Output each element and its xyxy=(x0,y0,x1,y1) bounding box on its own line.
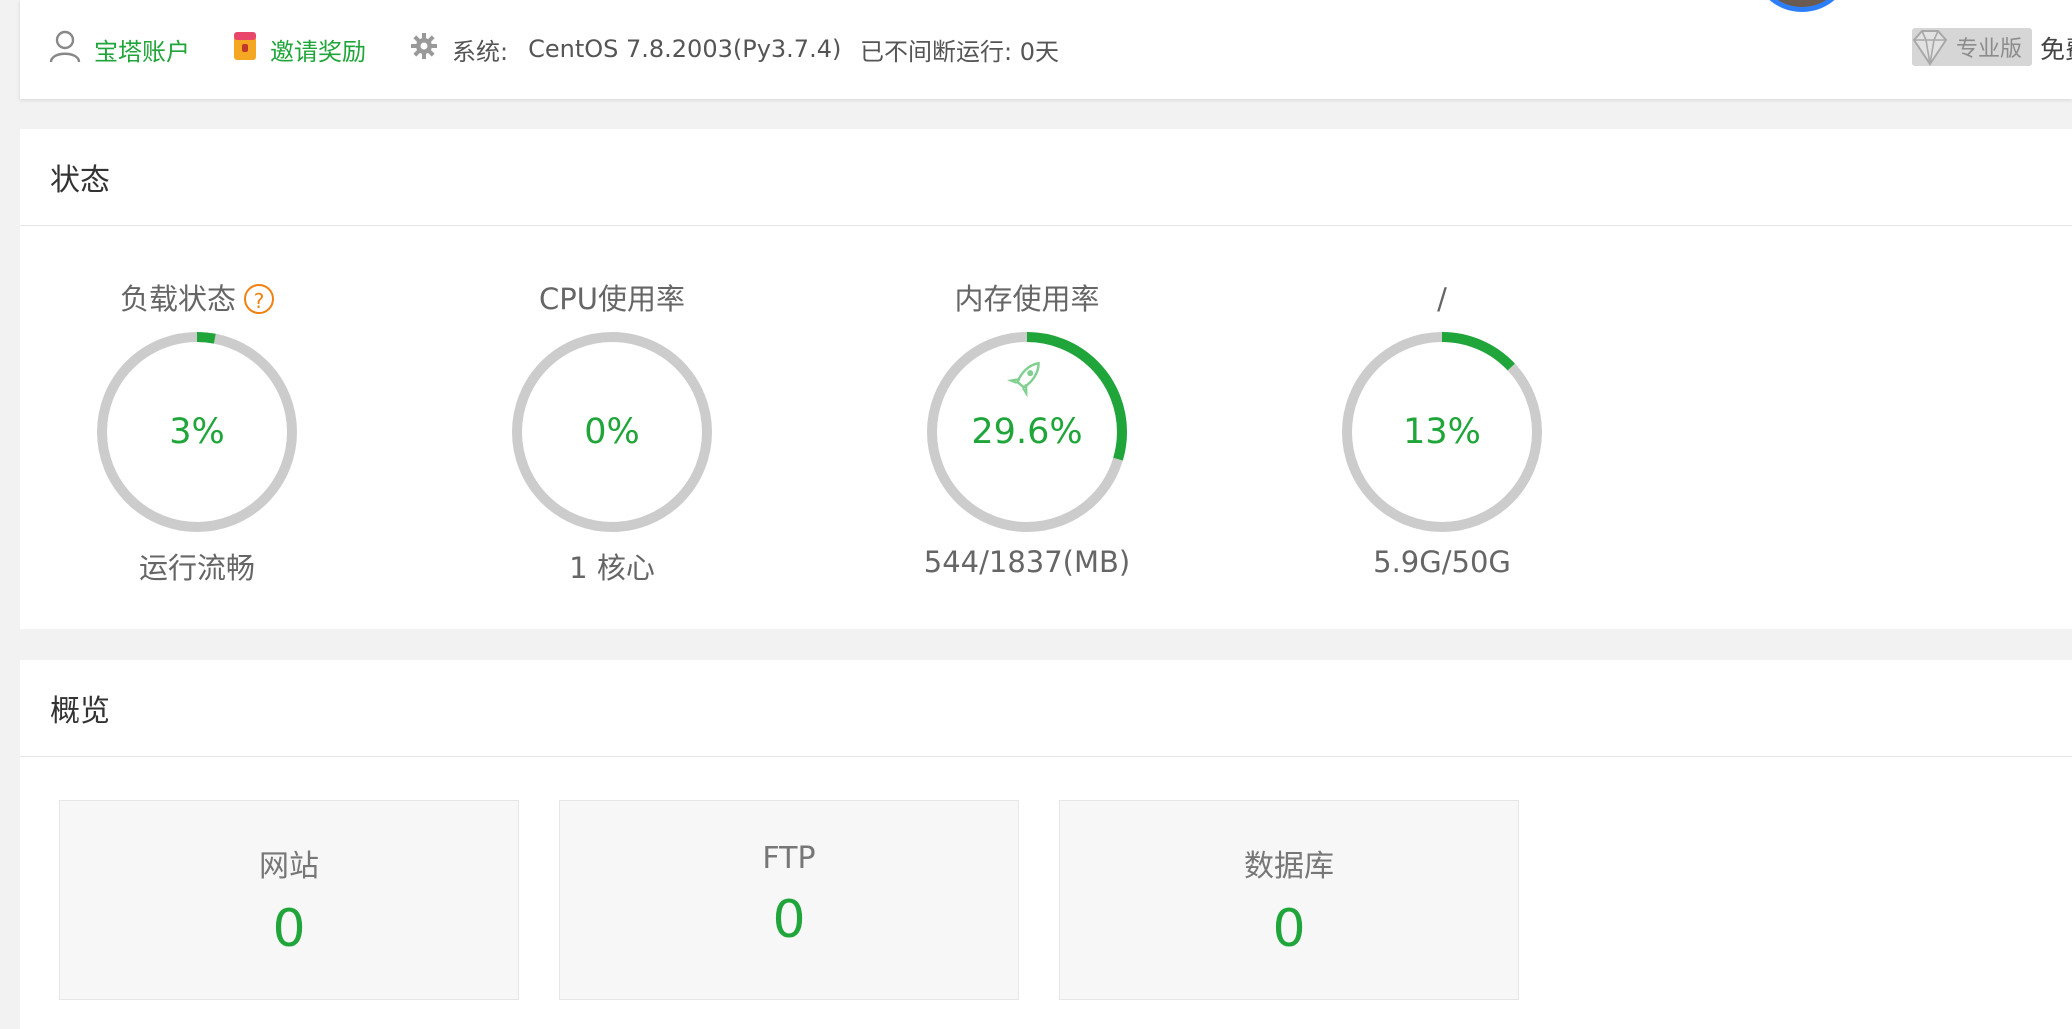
card-label: 网站 xyxy=(259,849,319,884)
website-card[interactable]: 网站 0 xyxy=(59,800,519,1000)
gauge-label: 负载状态 xyxy=(119,282,236,316)
gauge-label: 内存使用率 xyxy=(954,282,1100,316)
disk-gauge[interactable]: / 13% 5.9G/50G xyxy=(1292,279,1592,579)
invite-link[interactable]: 邀请奖励 xyxy=(232,29,366,69)
user-icon xyxy=(48,29,82,69)
card-label: FTP xyxy=(762,841,816,876)
gauge-header: / xyxy=(1292,279,1592,319)
system-value: CentOS 7.8.2003(Py3.7.4) xyxy=(528,35,842,63)
gear-icon xyxy=(410,32,438,66)
system-prefix: 系统: xyxy=(452,37,509,66)
gauge-ring: 0% xyxy=(507,327,717,537)
top-bar: 宝塔账户 邀请奖励 系统: CentOS 7.8.2003(Py3.7.4) 已… xyxy=(20,0,2072,99)
help-icon[interactable]: ? xyxy=(244,284,274,314)
gauge-value: 29.6% xyxy=(971,412,1083,452)
cpu-gauge[interactable]: CPU使用率 0% 1 核心 xyxy=(462,279,762,587)
gauge-sub: 5.9G/50G xyxy=(1373,545,1511,579)
system-info: 系统: CentOS 7.8.2003(Py3.7.4) xyxy=(410,29,841,69)
status-title: 状态 xyxy=(20,129,2072,226)
card-value[interactable]: 0 xyxy=(60,899,518,959)
gauge-sub: 544/1837(MB) xyxy=(923,545,1131,579)
gauge-header: CPU使用率 xyxy=(462,279,762,319)
gauge-value: 13% xyxy=(1403,412,1481,452)
gauge-value: 0% xyxy=(584,412,640,452)
pro-edition-badge[interactable]: 专业版 xyxy=(1912,28,2032,66)
gauge-label: CPU使用率 xyxy=(539,282,685,316)
pro-badge-label: 专业版 xyxy=(1955,37,2022,62)
free-label: 免费 xyxy=(2040,35,2072,64)
ftp-card[interactable]: FTP 0 xyxy=(559,800,1019,1000)
gauge-sub: 1 核心 xyxy=(569,551,655,585)
card-label: 数据库 xyxy=(1244,849,1334,884)
memory-gauge[interactable]: 内存使用率 29.6% 544/1837(MB) xyxy=(877,279,1177,579)
gauge-header: 内存使用率 xyxy=(877,279,1177,319)
load-gauge[interactable]: 负载状态 ? 3% 运行流畅 xyxy=(47,279,347,587)
overview-title: 概览 xyxy=(20,660,2072,757)
card-value[interactable]: 0 xyxy=(1060,899,1518,959)
gauge-ring: 3% xyxy=(92,327,302,537)
card-value[interactable]: 0 xyxy=(560,890,1018,950)
gift-icon xyxy=(232,30,258,68)
diamond-icon xyxy=(1912,30,1948,66)
status-panel: 状态 负载状态 ? 3% 运行流畅 CPU使用率 0% 1 核心 内存使用率 2… xyxy=(20,129,2072,629)
gauge-header: 负载状态 ? xyxy=(47,279,347,319)
gauge-ring: 13% xyxy=(1337,327,1547,537)
gauge-value: 3% xyxy=(169,412,225,452)
account-label: 宝塔账户 xyxy=(94,37,190,66)
gauge-sub: 运行流畅 xyxy=(138,551,255,585)
gauge-ring: 29.6% xyxy=(922,327,1132,537)
database-card[interactable]: 数据库 0 xyxy=(1059,800,1519,1000)
uptime: 已不间断运行: 0天 xyxy=(860,37,1059,66)
gauge-label: / xyxy=(1437,282,1447,316)
invite-label: 邀请奖励 xyxy=(270,37,366,66)
account-link[interactable]: 宝塔账户 xyxy=(48,29,190,69)
